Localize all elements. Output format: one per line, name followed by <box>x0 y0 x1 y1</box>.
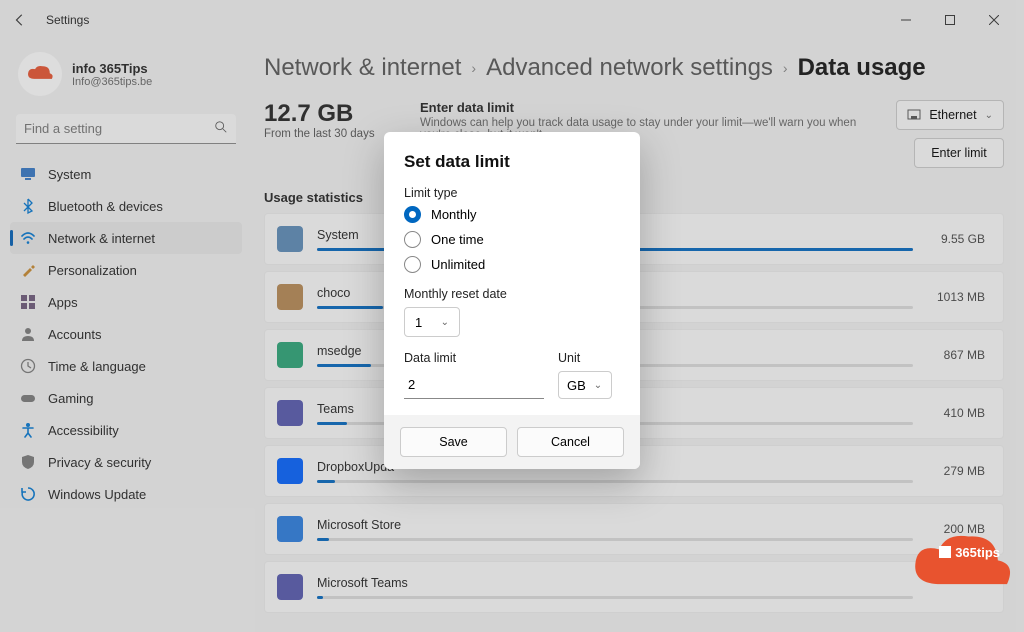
chevron-down-icon: ⌄ <box>594 380 602 391</box>
radio-icon <box>404 206 421 223</box>
radio-icon <box>404 256 421 273</box>
radio-monthly[interactable]: Monthly <box>404 206 620 223</box>
data-limit-label: Data limit <box>404 351 544 365</box>
radio-icon <box>404 231 421 248</box>
radio-unlimited[interactable]: Unlimited <box>404 256 620 273</box>
cancel-button[interactable]: Cancel <box>517 427 624 457</box>
reset-date-select[interactable]: 1 ⌄ <box>404 307 460 337</box>
watermark: 365tips <box>908 529 1018 604</box>
save-button[interactable]: Save <box>400 427 507 457</box>
radio-one-time[interactable]: One time <box>404 231 620 248</box>
unit-label: Unit <box>558 351 612 365</box>
watermark-text: 365tips <box>939 545 1000 560</box>
unit-select[interactable]: GB ⌄ <box>558 371 612 399</box>
dialog-title: Set data limit <box>404 152 620 172</box>
reset-date-label: Monthly reset date <box>404 287 620 301</box>
limit-type-label: Limit type <box>404 186 620 200</box>
data-limit-input[interactable] <box>404 371 544 399</box>
set-data-limit-dialog: Set data limit Limit type Monthly One ti… <box>384 132 640 469</box>
chevron-down-icon: ⌄ <box>441 317 449 328</box>
